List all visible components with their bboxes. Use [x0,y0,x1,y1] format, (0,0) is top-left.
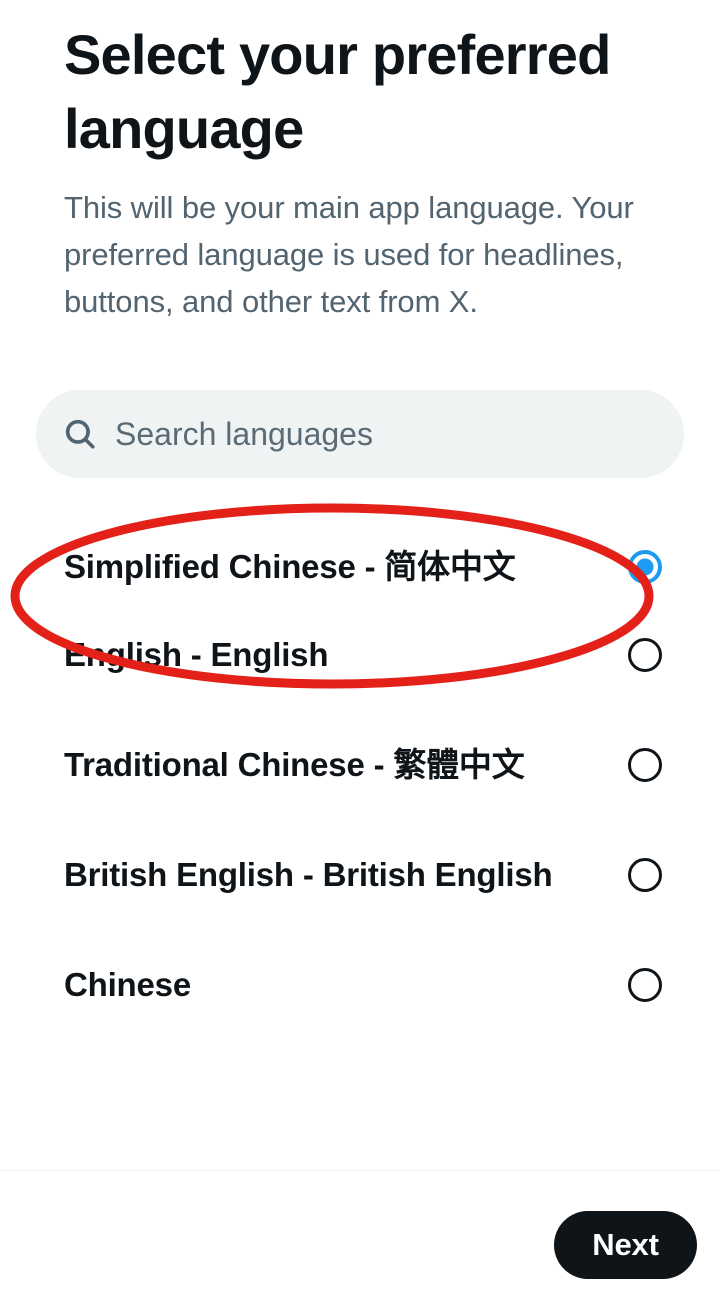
next-button[interactable]: Next [554,1211,697,1279]
language-option-label: Simplified Chinese - 简体中文 [64,548,516,585]
page-title: Select your preferred language [64,23,611,160]
radio-button[interactable] [628,968,662,1002]
bottom-bar: Next [0,1170,720,1315]
language-option-label: Chinese [64,966,191,1003]
language-list[interactable]: Simplified Chinese - 简体中文 English - Engl… [0,500,720,1172]
radio-button[interactable] [628,858,662,892]
header: Select your preferred language This will… [64,18,664,325]
language-option-simplified-chinese[interactable]: Simplified Chinese - 简体中文 [0,500,720,608]
radio-button[interactable] [628,638,662,672]
radio-button-selected[interactable] [628,550,662,584]
search-icon [63,417,115,451]
language-option-label: English - English [64,636,329,673]
language-option-traditional-chinese[interactable]: Traditional Chinese - 繁體中文 [0,716,720,824]
search-input[interactable] [115,412,657,456]
language-option-british-english[interactable]: British English - British English [0,824,720,932]
language-selection-screen: Select your preferred language This will… [0,0,720,1315]
language-option-label: Traditional Chinese - 繁體中文 [64,746,525,783]
language-option-label: British English - British English [64,856,553,893]
language-option-english[interactable]: English - English [0,608,720,716]
radio-button[interactable] [628,748,662,782]
page-subtitle: This will be your main app language. You… [64,190,634,319]
language-option-chinese-partial[interactable]: Chinese [0,932,720,1040]
search-box[interactable] [36,390,684,478]
